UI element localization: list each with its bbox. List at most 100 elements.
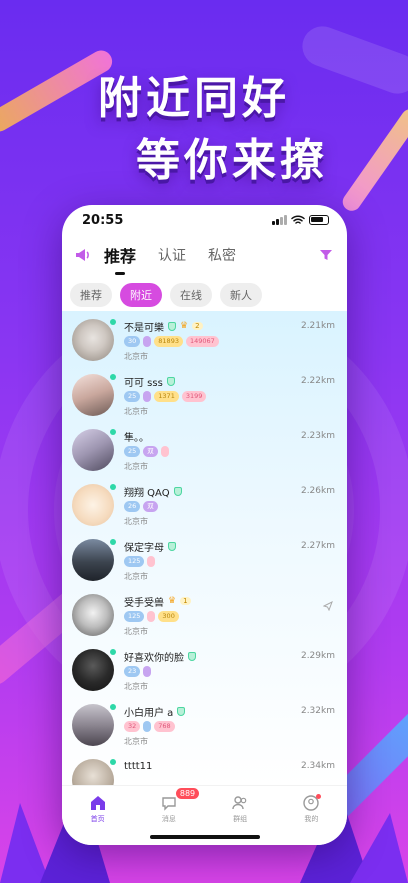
headline-line1: 附近同好 bbox=[98, 73, 290, 124]
user-distance: 2.26km bbox=[300, 486, 335, 496]
avatar[interactable] bbox=[72, 539, 114, 581]
tab-home[interactable]: 首页 bbox=[73, 794, 123, 845]
user-name: 翔翔 QAQ bbox=[124, 487, 170, 499]
charm-badge: 3199 bbox=[181, 391, 207, 402]
online-indicator bbox=[110, 759, 116, 765]
tag-badge bbox=[143, 391, 152, 402]
status-bar: 20:55 bbox=[62, 205, 347, 235]
verified-icon bbox=[188, 651, 196, 661]
age-badge: 125 bbox=[124, 611, 145, 622]
list-item[interactable]: tttt11 2.34km bbox=[62, 751, 347, 785]
online-indicator bbox=[110, 319, 116, 325]
headline-line2: 等你来撩 bbox=[136, 135, 328, 186]
age-badge: 125 bbox=[124, 556, 145, 567]
tab-profile[interactable]: 我的 bbox=[286, 794, 336, 845]
user-city: 北京市 bbox=[124, 737, 148, 746]
location-hidden-icon bbox=[322, 596, 333, 615]
chip-recommend[interactable]: 推荐 bbox=[70, 283, 112, 307]
verified-icon bbox=[166, 376, 175, 386]
tab-group-label: 群组 bbox=[233, 815, 248, 823]
list-item[interactable]: 小白用户 a 32 768 北京市 2.32km bbox=[62, 696, 347, 751]
charm-badge: 149067 bbox=[185, 336, 219, 347]
phone-screen: 20:55 推荐 认证 私密 推荐 附近 在线 新人 不是可樂 ♛ 2 30 8… bbox=[62, 205, 347, 845]
top-nav: 推荐 认证 私密 bbox=[62, 235, 347, 275]
list-item[interactable]: 保定字母 125 北京市 2.27km bbox=[62, 531, 347, 586]
status-time: 20:55 bbox=[82, 212, 124, 228]
avatar[interactable] bbox=[72, 704, 114, 746]
list-item[interactable]: 不是可樂 ♛ 2 30 81893 149067 北京市 2.21km bbox=[62, 311, 347, 366]
user-distance: 2.34km bbox=[300, 761, 335, 771]
user-city: 北京市 bbox=[124, 352, 148, 361]
online-indicator bbox=[110, 374, 116, 380]
user-city: 北京市 bbox=[124, 462, 148, 471]
age-badge: 26 bbox=[124, 501, 141, 512]
tab-home-label: 首页 bbox=[90, 815, 105, 823]
list-item[interactable]: 好喜欢你的脸 23 北京市 2.29km bbox=[62, 641, 347, 696]
chip-nearby[interactable]: 附近 bbox=[120, 283, 162, 307]
verified-icon bbox=[177, 706, 186, 716]
message-icon bbox=[162, 797, 176, 811]
avatar[interactable] bbox=[72, 429, 114, 471]
megaphone-icon[interactable] bbox=[72, 244, 94, 266]
user-name: tttt11 bbox=[124, 760, 153, 772]
list-item[interactable]: 可可 sss 25 1371 3199 北京市 2.22km bbox=[62, 366, 347, 421]
tab-verified[interactable]: 认证 bbox=[158, 245, 186, 265]
age-badge: 30 bbox=[124, 336, 141, 347]
wifi-icon bbox=[291, 215, 305, 224]
tab-recommend[interactable]: 推荐 bbox=[104, 243, 136, 275]
online-indicator bbox=[110, 704, 116, 710]
list-item[interactable]: 隼。。 25 双 北京市 2.23km bbox=[62, 421, 347, 476]
user-distance: 2.32km bbox=[300, 706, 335, 716]
verified-icon bbox=[168, 541, 176, 551]
crown-icon: ♛ bbox=[180, 321, 189, 331]
avatar[interactable] bbox=[72, 484, 114, 526]
user-name: 好喜欢你的脸 bbox=[124, 652, 184, 664]
main-tabs: 推荐 认证 私密 bbox=[104, 243, 236, 275]
tag-badge: 双 bbox=[143, 501, 158, 512]
tab-profile-label: 我的 bbox=[304, 815, 319, 823]
user-distance: 2.27km bbox=[300, 541, 335, 551]
tag-badge: 双 bbox=[143, 446, 158, 457]
tab-private[interactable]: 私密 bbox=[208, 245, 236, 265]
verified-icon bbox=[173, 486, 182, 496]
online-indicator bbox=[110, 484, 116, 490]
signal-icon bbox=[272, 215, 287, 225]
tag-badge bbox=[147, 556, 156, 567]
age-badge: 25 bbox=[124, 391, 141, 402]
user-name: 不是可樂 bbox=[124, 322, 164, 334]
crown-icon: ♛ bbox=[168, 596, 177, 606]
vip-level: 1 bbox=[180, 597, 191, 605]
user-distance: 2.29km bbox=[300, 651, 335, 661]
list-item[interactable]: 受手受兽 ♛ 1 125 300 北京市 bbox=[62, 586, 347, 641]
tag-badge bbox=[143, 721, 152, 732]
user-city: 北京市 bbox=[124, 572, 148, 581]
group-icon bbox=[232, 796, 247, 810]
profile-notification-dot bbox=[316, 794, 322, 799]
verified-icon bbox=[168, 321, 176, 331]
message-count-badge: 889 bbox=[175, 788, 200, 799]
wealth-badge: 300 bbox=[158, 611, 179, 622]
user-distance: 2.23km bbox=[300, 431, 335, 441]
user-name: 可可 sss bbox=[124, 377, 163, 389]
avatar[interactable] bbox=[72, 759, 114, 785]
user-name: 保定字母 bbox=[124, 542, 164, 554]
chip-newbie[interactable]: 新人 bbox=[220, 283, 262, 307]
list-item[interactable]: 翔翔 QAQ 26 双 北京市 2.26km bbox=[62, 476, 347, 531]
online-indicator bbox=[110, 649, 116, 655]
filter-icon[interactable] bbox=[315, 244, 337, 266]
avatar[interactable] bbox=[72, 319, 114, 361]
charm-badge bbox=[160, 446, 169, 457]
age-badge: 23 bbox=[124, 666, 141, 677]
tab-message-label: 消息 bbox=[161, 815, 176, 823]
user-distance: 2.21km bbox=[300, 321, 335, 331]
user-distance: 2.22km bbox=[300, 376, 335, 386]
user-name: 小白用户 a bbox=[124, 707, 174, 719]
avatar[interactable] bbox=[72, 594, 114, 636]
chip-online[interactable]: 在线 bbox=[170, 283, 212, 307]
avatar[interactable] bbox=[72, 374, 114, 416]
avatar[interactable] bbox=[72, 649, 114, 691]
system-indicators bbox=[272, 215, 329, 225]
age-badge: 25 bbox=[124, 446, 141, 457]
tag-badge bbox=[143, 336, 152, 347]
online-indicator bbox=[110, 539, 116, 545]
